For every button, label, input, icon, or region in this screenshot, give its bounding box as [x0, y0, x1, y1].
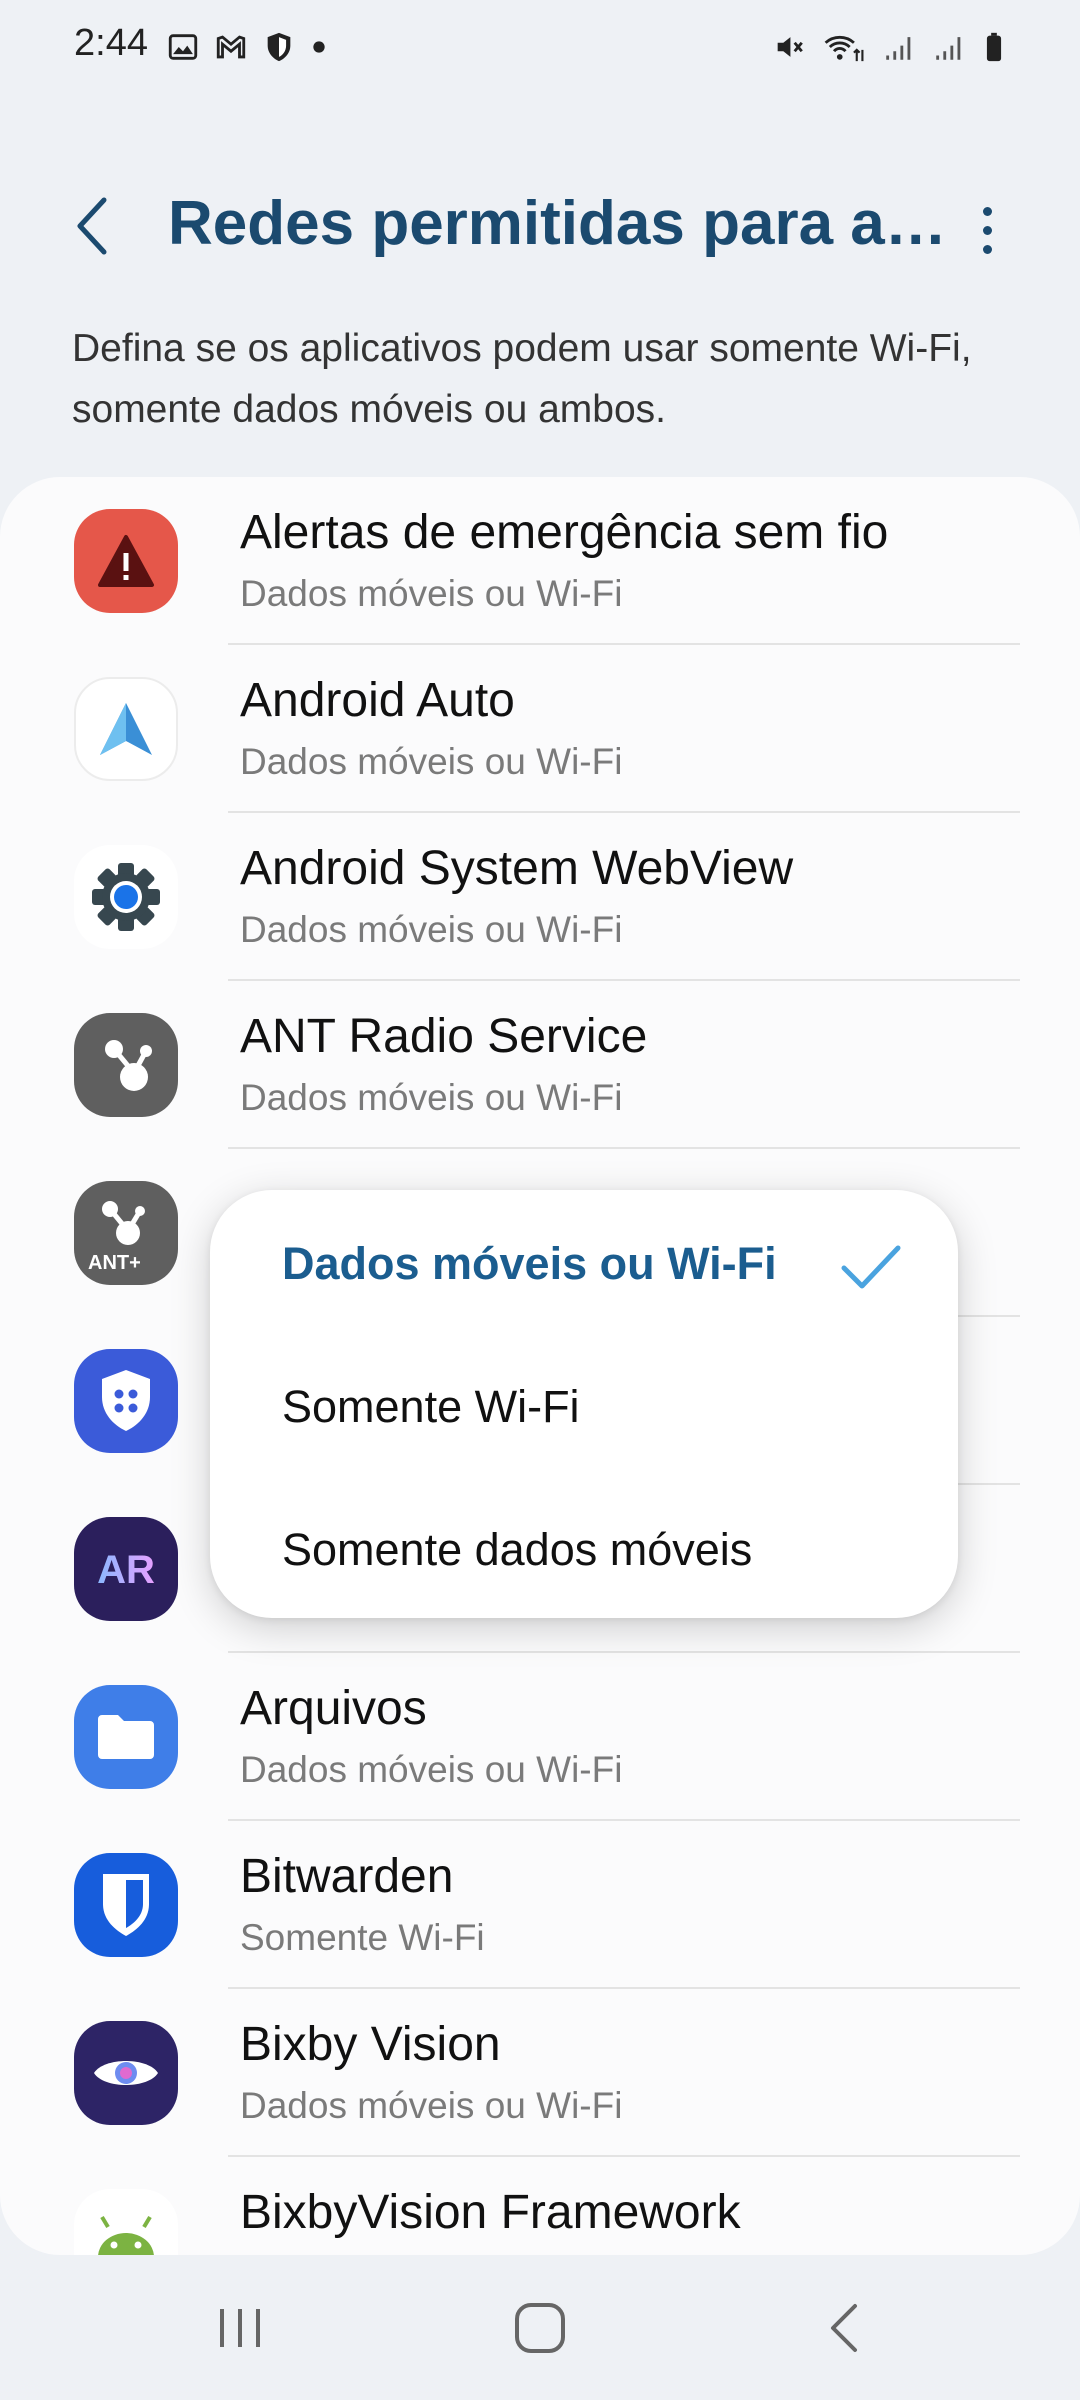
app-network-setting: Dados móveis ou Wi-Fi: [240, 1749, 623, 1790]
home-button[interactable]: [460, 2255, 620, 2400]
check-icon: [841, 1245, 901, 1289]
list-item[interactable]: ANT Radio Service Dados móveis ou Wi-Fi: [0, 981, 1080, 1149]
option-mobile-data-only[interactable]: Somente dados móveis: [282, 1524, 752, 1576]
back-icon: [831, 2303, 857, 2352]
app-name: ANT Radio Service: [240, 1010, 648, 1063]
app-name: Arquivos: [240, 1682, 427, 1735]
app-network-setting: Dados móveis ou Wi-Fi: [240, 573, 623, 614]
gallery-icon: [168, 34, 198, 60]
android-icon: [74, 2189, 178, 2255]
ant-radio-icon: [74, 1013, 178, 1117]
app-name: Alertas de emergência sem fio: [240, 506, 889, 559]
app-network-setting: Dados móveis ou Wi-Fi: [240, 741, 623, 782]
chevron-left-icon: [77, 197, 107, 255]
app-name: Bixby Vision: [240, 2018, 501, 2071]
more-vert-icon: [982, 206, 992, 216]
list-item[interactable]: BixbyVision Framework: [0, 2157, 1080, 2255]
shield-icon: [267, 32, 291, 62]
list-item[interactable]: Bitwarden Somente Wi-Fi: [0, 1821, 1080, 1989]
app-network-setting: Dados móveis ou Wi-Fi: [240, 909, 623, 950]
status-time: 2:44: [74, 22, 148, 64]
signal-icon: [936, 37, 961, 60]
network-options-dropdown: Dados móveis ou Wi-Fi Somente Wi-Fi Some…: [210, 1190, 958, 1618]
back-button[interactable]: [62, 186, 122, 266]
app-name: Android Auto: [240, 674, 515, 727]
ar-icon: AR: [74, 1517, 178, 1621]
signal-icon: [886, 37, 911, 60]
app-network-setting: Somente Wi-Fi: [240, 1917, 485, 1958]
svg-text:AR: AR: [97, 1548, 155, 1592]
bitwarden-icon: [74, 1853, 178, 1957]
nav-back-button[interactable]: [765, 2255, 925, 2400]
battery-icon: [986, 32, 1002, 62]
app-network-setting: Dados móveis ou Wi-Fi: [240, 2085, 623, 2126]
recents-icon: [220, 2308, 260, 2347]
list-item[interactable]: Alertas de emergência sem fio Dados móve…: [0, 477, 1080, 645]
home-icon: [515, 2302, 565, 2353]
status-right-icons: [772, 30, 1006, 64]
android-auto-icon: [74, 677, 178, 781]
more-options-button[interactable]: [962, 190, 1012, 270]
bixby-vision-icon: [74, 2021, 178, 2125]
list-item[interactable]: Android Auto Dados móveis ou Wi-Fi: [0, 645, 1080, 813]
emergency-alert-icon: [74, 509, 178, 613]
status-bar: 2:44: [0, 0, 1080, 100]
app-name: Android System WebView: [240, 842, 794, 895]
list-item[interactable]: Arquivos Dados móveis ou Wi-Fi: [0, 1653, 1080, 1821]
recents-button[interactable]: [160, 2255, 320, 2400]
folder-icon: [74, 1685, 178, 1789]
page-description: Defina se os aplicativos podem usar some…: [72, 327, 972, 431]
navigation-bar: [0, 2255, 1080, 2400]
app-bar: Redes permitidas para aplicativos: [0, 160, 1080, 290]
app-network-setting: Dados móveis ou Wi-Fi: [240, 1077, 623, 1118]
app-name: Bitwarden: [240, 1850, 454, 1903]
status-left-icons: [166, 30, 328, 64]
list-item[interactable]: Android System WebView Dados móveis ou W…: [0, 813, 1080, 981]
mute-icon: [777, 37, 803, 57]
security-shield-icon: [74, 1349, 178, 1453]
webview-gear-icon: [74, 845, 178, 949]
option-wifi-only[interactable]: Somente Wi-Fi: [282, 1381, 580, 1433]
wifi-icon: [824, 35, 864, 62]
dot-icon: [313, 41, 325, 53]
gmail-icon: [216, 35, 246, 59]
ant-plus-icon: ANT+: [74, 1181, 178, 1285]
svg-text:ANT+: ANT+: [88, 1252, 141, 1273]
list-item[interactable]: Bixby Vision Dados móveis ou Wi-Fi: [0, 1989, 1080, 2157]
option-mobile-data-or-wifi[interactable]: Dados móveis ou Wi-Fi: [282, 1238, 777, 1290]
page-title: Redes permitidas para aplicativos: [168, 189, 948, 258]
app-name: BixbyVision Framework: [240, 2186, 741, 2239]
